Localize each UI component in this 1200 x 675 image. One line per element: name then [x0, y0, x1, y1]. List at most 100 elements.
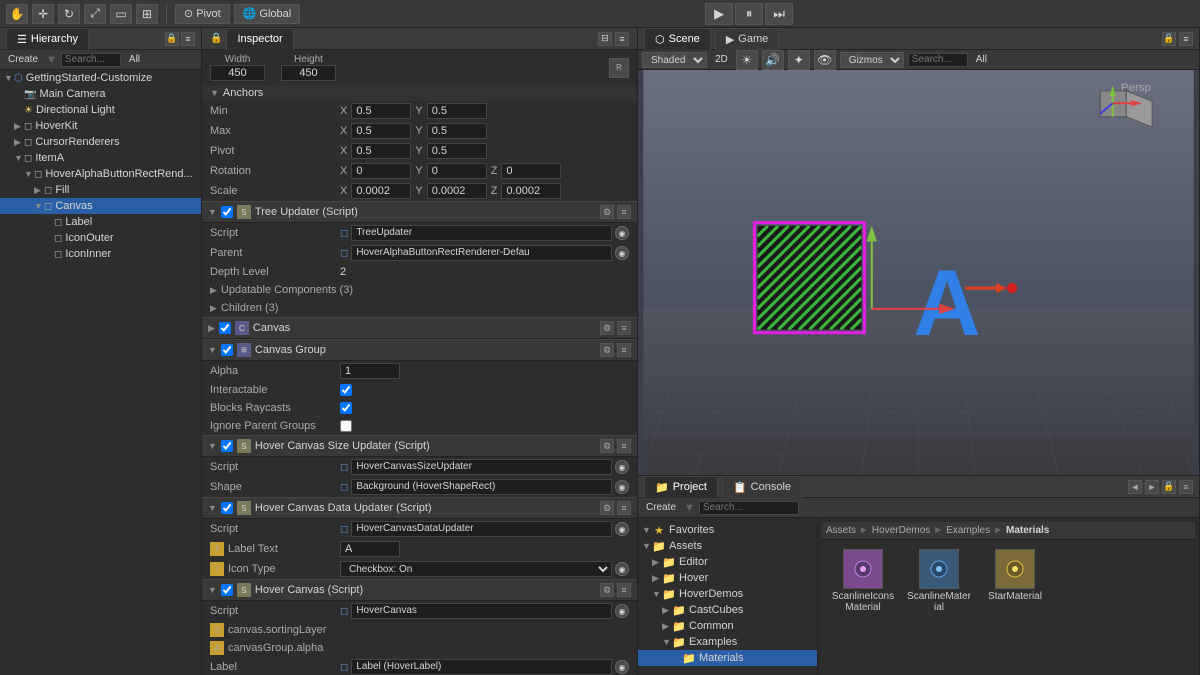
tree-updater-checkbox[interactable]: [221, 206, 233, 218]
children-row[interactable]: ▶ Children (3): [202, 299, 637, 317]
project-lock-icon[interactable]: 🔒: [1162, 480, 1176, 494]
inspector-more-icon[interactable]: ≡: [615, 32, 629, 46]
hier-item-iconouter[interactable]: ◻ IconOuter: [0, 230, 201, 246]
hierarchy-search-input[interactable]: [61, 53, 121, 67]
rotate-tool-btn[interactable]: ↻: [58, 4, 80, 24]
tree-updater-settings-btn[interactable]: ⚙: [600, 205, 614, 219]
hierarchy-more-icon[interactable]: ≡: [181, 32, 195, 46]
scale-tool-btn[interactable]: ⤢: [84, 4, 106, 24]
hover-canvas-data-header[interactable]: ▼ S Hover Canvas Data Updater (Script) ⚙…: [202, 497, 637, 519]
scene-tab[interactable]: ⬡ Scene: [644, 28, 711, 50]
inspector-tab[interactable]: Inspector: [226, 28, 293, 50]
pivot-btn[interactable]: ⊙ Pivot: [175, 4, 230, 24]
width-input[interactable]: [210, 65, 265, 81]
canvas-settings-btn[interactable]: ⚙: [600, 321, 614, 335]
shaded-dropdown[interactable]: Shaded: [642, 52, 707, 68]
scene-search-input[interactable]: [908, 53, 968, 67]
hier-item-itema[interactable]: ▼ ◻ ItemA: [0, 150, 201, 166]
ignore-parent-checkbox[interactable]: [340, 420, 352, 432]
breadcrumb-examples[interactable]: Examples: [946, 525, 990, 536]
hierarchy-tab[interactable]: ☰ Hierarchy: [6, 28, 89, 50]
anchors-max-y-input[interactable]: [427, 123, 487, 139]
hand-tool-btn[interactable]: ✋: [6, 4, 28, 24]
canvas-comp-header[interactable]: ▶ C Canvas ⚙ ≡: [202, 317, 637, 339]
tree-item-hover-demos[interactable]: ▼ 📁 HoverDemos: [638, 586, 817, 602]
canvas-group-settings-btn[interactable]: ⚙: [600, 343, 614, 357]
canvas-group-checkbox[interactable]: [221, 344, 233, 356]
updatable-row[interactable]: ▶ Updatable Components (3): [202, 281, 637, 299]
hcs-script-select-btn[interactable]: ◉: [615, 460, 629, 474]
hier-item-hoveralpha[interactable]: ▼ ◻ HoverAlphaButtonRectRend...: [0, 166, 201, 182]
hcd-label-text-input[interactable]: [340, 541, 400, 557]
scale-x-input[interactable]: [351, 183, 411, 199]
breadcrumb-hoverdemos[interactable]: HoverDemos: [872, 525, 930, 536]
scene-more-icon[interactable]: ≡: [1179, 32, 1193, 46]
project-tab[interactable]: 📁 Project: [644, 476, 718, 498]
scene-hidden-icon[interactable]: 👁: [814, 50, 836, 70]
breadcrumb-assets[interactable]: Assets: [826, 525, 856, 536]
hc-more-btn[interactable]: ≡: [617, 583, 631, 597]
move-tool-btn[interactable]: ✛: [32, 4, 54, 24]
scale-z-input[interactable]: [501, 183, 561, 199]
gizmos-dropdown[interactable]: Gizmos: [840, 52, 904, 68]
scene-audio-icon[interactable]: 🔊: [762, 50, 784, 70]
hcs-more-btn[interactable]: ≡: [617, 439, 631, 453]
hcd-script-select-btn[interactable]: ◉: [615, 522, 629, 536]
hcd-settings-btn[interactable]: ⚙: [600, 501, 614, 515]
height-input[interactable]: [281, 65, 336, 81]
alpha-input[interactable]: [340, 363, 400, 379]
step-btn[interactable]: ⏭: [765, 3, 793, 25]
file-item-star[interactable]: StarMaterial: [980, 546, 1050, 616]
hier-item-main-camera[interactable]: 📷 Main Camera: [0, 86, 201, 102]
project-search-input[interactable]: [699, 501, 799, 515]
hier-item-cursor-renderers[interactable]: ▶ ◻ CursorRenderers: [0, 134, 201, 150]
tree-script-select-btn[interactable]: ◉: [615, 226, 629, 240]
pause-btn[interactable]: ⏸: [735, 3, 763, 25]
hier-item-label[interactable]: ◻ Label: [0, 214, 201, 230]
tree-item-examples[interactable]: ▼ 📁 Examples: [638, 634, 817, 650]
scene-effects-icon[interactable]: ✦: [788, 50, 810, 70]
hover-canvas-header[interactable]: ▼ S Hover Canvas (Script) ⚙ ≡: [202, 579, 637, 601]
scene-light-icon[interactable]: ☀: [736, 50, 758, 70]
pivot-x-input[interactable]: [351, 143, 411, 159]
anchors-min-y-input[interactable]: [427, 103, 487, 119]
file-item-scanline-icons[interactable]: ScanlineIconsMaterial: [828, 546, 898, 616]
hier-item-iconinner[interactable]: ◻ IconInner: [0, 246, 201, 262]
hier-item-fill[interactable]: ▶ ◻ Fill: [0, 182, 201, 198]
canvas-group-more-btn[interactable]: ≡: [617, 343, 631, 357]
tree-item-materials[interactable]: 📁 Materials: [638, 650, 817, 666]
rotation-y-input[interactable]: [427, 163, 487, 179]
hc-label-select-btn[interactable]: ◉: [615, 660, 629, 674]
hover-canvas-size-header[interactable]: ▼ S Hover Canvas Size Updater (Script) ⚙…: [202, 435, 637, 457]
tree-item-common[interactable]: ▶ 📁 Common: [638, 618, 817, 634]
hcs-checkbox[interactable]: [221, 440, 233, 452]
scene-view[interactable]: A Persp: [638, 70, 1199, 475]
canvas-group-header[interactable]: ▼ ⊞ Canvas Group ⚙ ≡: [202, 339, 637, 361]
canvas-more-btn[interactable]: ≡: [617, 321, 631, 335]
project-prev-icon[interactable]: ◄: [1128, 480, 1142, 494]
hcd-icon-type-select[interactable]: Checkbox: On: [340, 561, 612, 577]
hcd-more-btn[interactable]: ≡: [617, 501, 631, 515]
hierarchy-lock-icon[interactable]: 🔒: [165, 32, 179, 46]
hierarchy-create-btn[interactable]: Create: [4, 54, 42, 65]
rotation-z-input[interactable]: [501, 163, 561, 179]
tree-item-hover[interactable]: ▶ 📁 Hover: [638, 570, 817, 586]
hier-item-directional-light[interactable]: ☀ Directional Light: [0, 102, 201, 118]
global-btn[interactable]: 🌐 Global: [234, 4, 301, 24]
transform-tool-btn[interactable]: ⊞: [136, 4, 158, 24]
file-item-scanline[interactable]: ScanlineMaterial: [904, 546, 974, 616]
play-btn[interactable]: ▶: [705, 3, 733, 25]
project-create-btn[interactable]: Create: [642, 502, 680, 513]
hier-item-hoverkit[interactable]: ▶ ◻ HoverKit: [0, 118, 201, 134]
pivot-y-input[interactable]: [427, 143, 487, 159]
hcd-icon-type-select-btn[interactable]: ◉: [615, 562, 629, 576]
hc-script-select-btn[interactable]: ◉: [615, 604, 629, 618]
tree-item-cast-cubes[interactable]: ▶ 📁 CastCubes: [638, 602, 817, 618]
tree-item-assets[interactable]: ▼ 📁 Assets: [638, 538, 817, 554]
scene-lock-icon[interactable]: 🔒: [1162, 32, 1176, 46]
rotation-x-input[interactable]: [351, 163, 411, 179]
resize-btn[interactable]: R: [609, 58, 629, 78]
2d-btn[interactable]: 2D: [711, 54, 732, 65]
tree-item-favorites[interactable]: ▼ ★ Favorites: [638, 522, 817, 538]
tree-item-editor[interactable]: ▶ 📁 Editor: [638, 554, 817, 570]
